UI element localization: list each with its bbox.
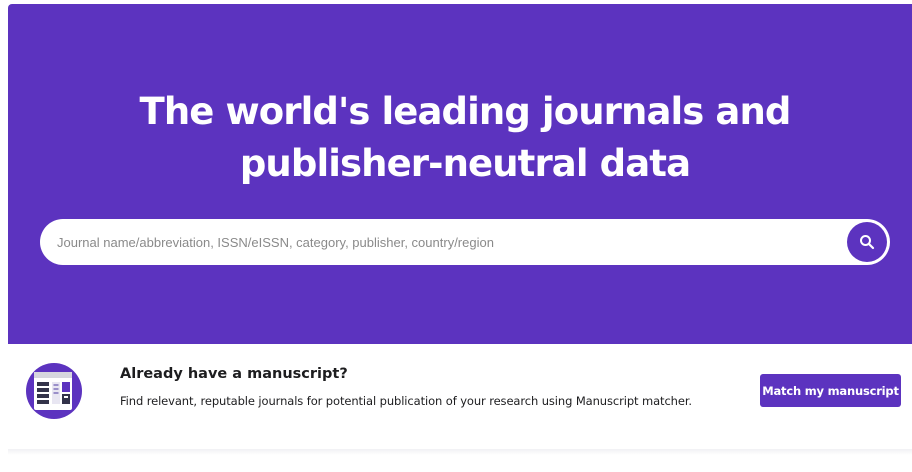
manuscript-illustration-icon [26, 363, 82, 419]
search-input[interactable] [40, 219, 847, 265]
manuscript-heading: Already have a manuscript? [120, 366, 348, 382]
search-icon [860, 235, 875, 250]
hero-title: The world's leading journals and publish… [139, 90, 791, 185]
manuscript-banner: Already have a manuscript? Find relevant… [8, 344, 912, 450]
hero-banner: The world's leading journals and publish… [8, 4, 912, 344]
search-bar [40, 219, 890, 265]
manuscript-description: Find relevant, reputable journals for po… [120, 394, 692, 408]
search-button[interactable] [847, 222, 887, 262]
page: The world's leading journals and publish… [0, 0, 912, 472]
match-manuscript-button[interactable]: Match my manuscript [760, 374, 901, 407]
banner-divider [8, 449, 912, 455]
